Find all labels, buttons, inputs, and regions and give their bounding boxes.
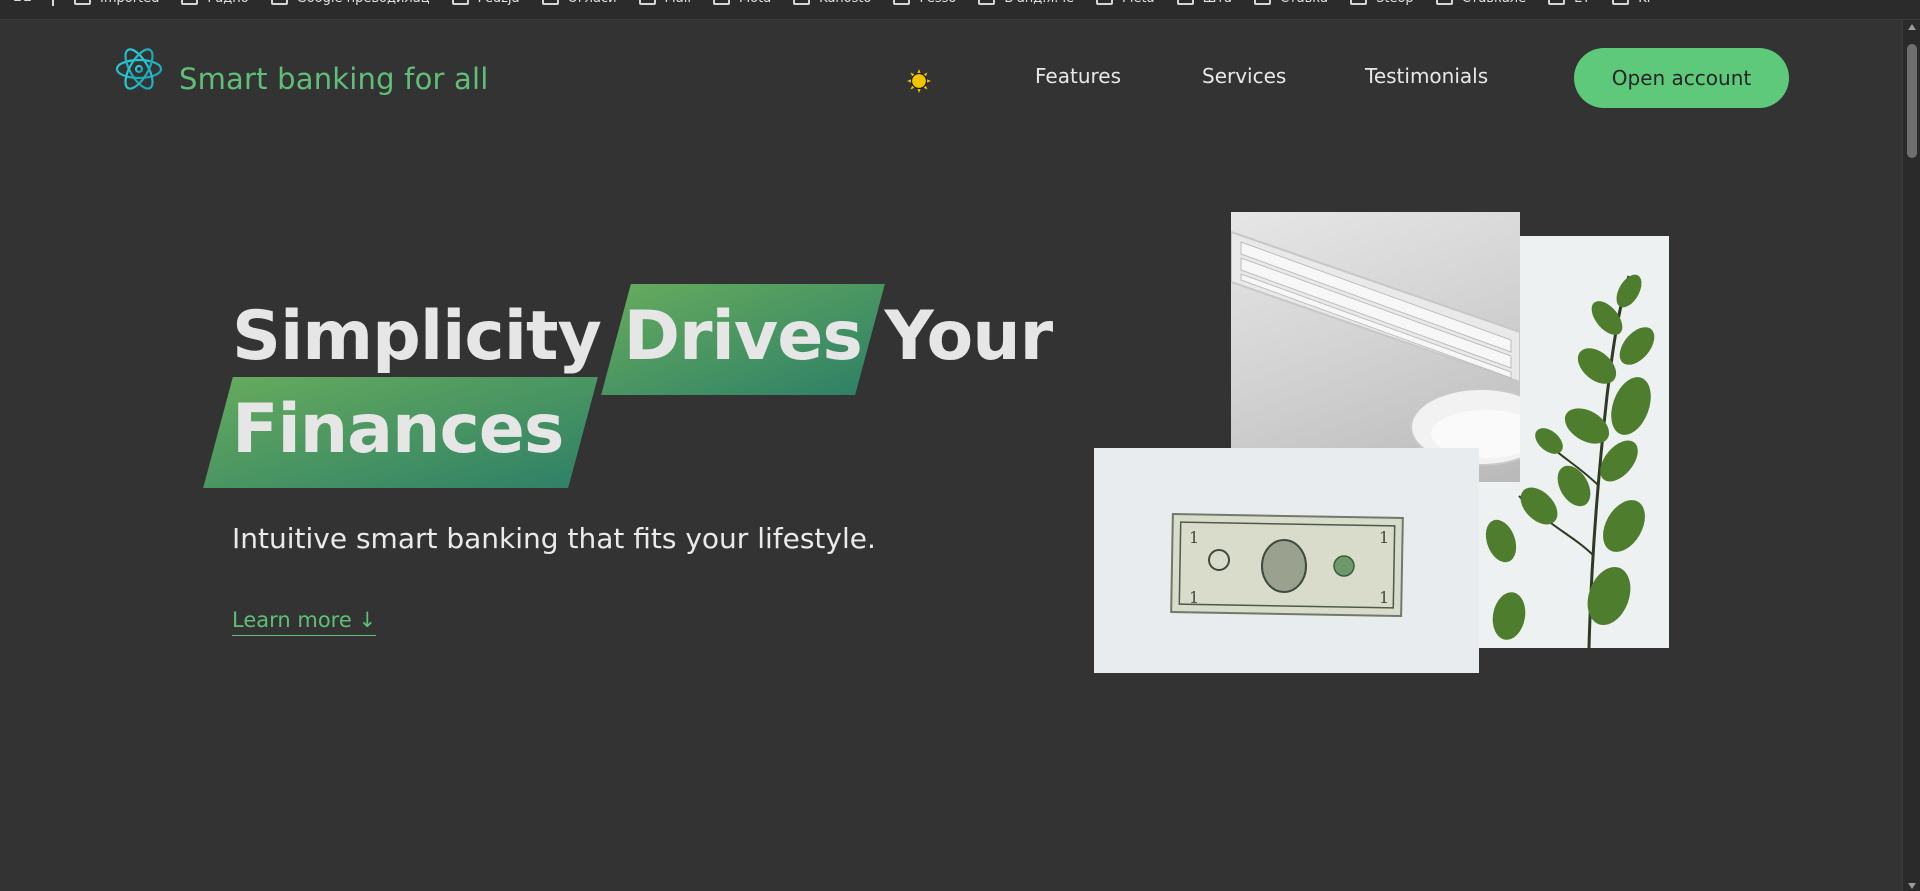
nav-link-services[interactable]: Services bbox=[1202, 64, 1286, 88]
bookmark-label: Google преводилац bbox=[297, 0, 430, 6]
apps-grid-icon[interactable] bbox=[14, 0, 32, 6]
hero-subtitle: Intuitive smart banking that fits your l… bbox=[232, 522, 876, 555]
bookmark-item[interactable]: Mail bbox=[638, 0, 691, 6]
bookmark-item[interactable]: Mota bbox=[712, 0, 771, 6]
bookmark-label: Pleta bbox=[1122, 0, 1155, 6]
bookmark-label: Радно bbox=[207, 0, 248, 6]
bookmark-item[interactable]: Imported bbox=[74, 0, 159, 6]
folder-icon bbox=[638, 0, 656, 5]
bookmark-label: Ki bbox=[1638, 0, 1650, 6]
bookmark-item[interactable]: Ki bbox=[1612, 0, 1650, 6]
bookmark-label: Steop bbox=[1376, 0, 1414, 6]
bookmark-label: Огласи bbox=[568, 0, 617, 6]
hero-title-highlight: Finances bbox=[232, 383, 564, 476]
hero-title-word: Your bbox=[884, 297, 1053, 376]
bookmarks-bar: Imported Радно Google преводилац Pedzja Огла… bbox=[0, 0, 1920, 20]
svg-text:1: 1 bbox=[1189, 528, 1199, 547]
bookmark-label: ET bbox=[1574, 0, 1590, 6]
hero-title-highlight: Drives bbox=[624, 290, 863, 383]
bookmark-label: Ставкале bbox=[1462, 0, 1526, 6]
folder-icon bbox=[978, 0, 996, 5]
bookmark-item[interactable]: Радно bbox=[181, 0, 249, 6]
bookmark-item[interactable]: Google преводилац bbox=[270, 0, 430, 6]
page-scrollbar[interactable] bbox=[1902, 20, 1920, 891]
folder-icon bbox=[1350, 0, 1368, 5]
bookmark-label: Imported bbox=[100, 0, 159, 6]
svg-text:1: 1 bbox=[1379, 528, 1389, 547]
folder-icon bbox=[1254, 0, 1272, 5]
atom-logo-icon[interactable] bbox=[114, 44, 164, 94]
hero-title: Simplicity Drives Your Finances bbox=[232, 290, 1053, 476]
keyboard-image bbox=[1231, 212, 1520, 482]
folder-icon bbox=[451, 0, 469, 5]
folder-icon bbox=[893, 0, 911, 5]
folder-icon bbox=[1612, 0, 1630, 5]
bookmark-label: Mail bbox=[665, 0, 691, 6]
bookmark-label: Mota bbox=[739, 0, 771, 6]
bookmarks-separator bbox=[52, 0, 54, 6]
learn-more-link[interactable]: Learn more ↓ bbox=[232, 608, 377, 636]
bookmark-item[interactable]: Б'анд.я.че bbox=[978, 0, 1074, 6]
dollar-bill-image: 1 1 1 1 bbox=[1094, 448, 1479, 673]
folder-icon bbox=[793, 0, 811, 5]
svg-text:1: 1 bbox=[1379, 588, 1389, 607]
bookmark-item[interactable]: Огласи bbox=[541, 0, 617, 6]
scrollbar-thumb[interactable] bbox=[1907, 44, 1917, 158]
bookmark-label: Pesso bbox=[919, 0, 956, 6]
folder-icon bbox=[1096, 0, 1114, 5]
folder-icon bbox=[181, 0, 199, 5]
folder-icon bbox=[1176, 0, 1194, 5]
folder-icon bbox=[712, 0, 730, 5]
svg-text:1: 1 bbox=[1189, 588, 1199, 607]
bookmarks-list: Imported Радно Google преводилац Pedzja Огла… bbox=[74, 0, 1650, 6]
nav-link-testimonials[interactable]: Testimonials bbox=[1365, 64, 1488, 88]
hero-title-word: Simplicity bbox=[232, 297, 602, 376]
bookmark-item[interactable]: Pleta bbox=[1096, 0, 1155, 6]
bookmark-item[interactable]: Ставкале bbox=[1435, 0, 1526, 6]
scroll-up-arrow-icon[interactable] bbox=[1908, 24, 1916, 30]
scroll-down-arrow-icon[interactable] bbox=[1908, 883, 1916, 889]
sun-icon[interactable] bbox=[904, 66, 934, 96]
folder-icon bbox=[1435, 0, 1453, 5]
bookmark-label: Б'анд.я.че bbox=[1004, 0, 1074, 6]
bookmark-item[interactable]: ET bbox=[1548, 0, 1590, 6]
bookmark-item[interactable]: Pedzja bbox=[451, 0, 520, 6]
bookmark-item[interactable]: Steop bbox=[1350, 0, 1414, 6]
bookmark-label: Pedzja bbox=[478, 0, 520, 6]
bookmark-label: Ставка bbox=[1280, 0, 1328, 6]
folder-icon bbox=[541, 0, 559, 5]
bookmark-item[interactable]: Pesso bbox=[893, 0, 956, 6]
brand-name: Smart banking for all bbox=[179, 62, 489, 96]
bookmark-label: Шта bbox=[1203, 0, 1232, 6]
bookmark-item[interactable]: Kanosto bbox=[793, 0, 871, 6]
bookmark-item[interactable]: Ставка bbox=[1254, 0, 1328, 6]
folder-icon bbox=[270, 0, 288, 5]
folder-icon bbox=[1548, 0, 1566, 5]
bookmark-label: Kanosto bbox=[819, 0, 871, 6]
folder-icon bbox=[74, 0, 91, 5]
nav-link-features[interactable]: Features bbox=[1035, 64, 1121, 88]
bookmark-item[interactable]: Шта bbox=[1176, 0, 1232, 6]
open-account-button[interactable]: Open account bbox=[1574, 48, 1789, 108]
